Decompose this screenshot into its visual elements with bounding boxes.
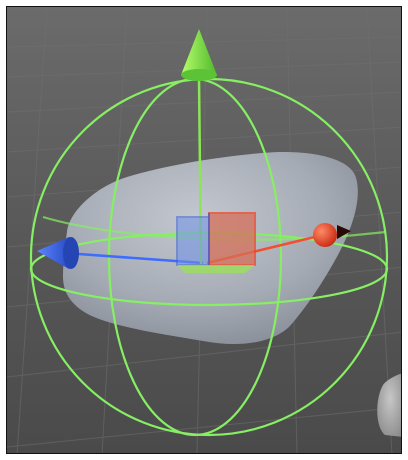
center-cube-gizmo[interactable] (176, 212, 256, 273)
center-cube-forward[interactable] (176, 216, 210, 266)
center-cube-right[interactable] (208, 212, 256, 266)
scene-canvas[interactable] (7, 7, 402, 454)
sphere-handle-icon[interactable] (313, 223, 337, 247)
scene-viewport[interactable] (7, 7, 401, 453)
scene-view-frame (6, 6, 402, 454)
